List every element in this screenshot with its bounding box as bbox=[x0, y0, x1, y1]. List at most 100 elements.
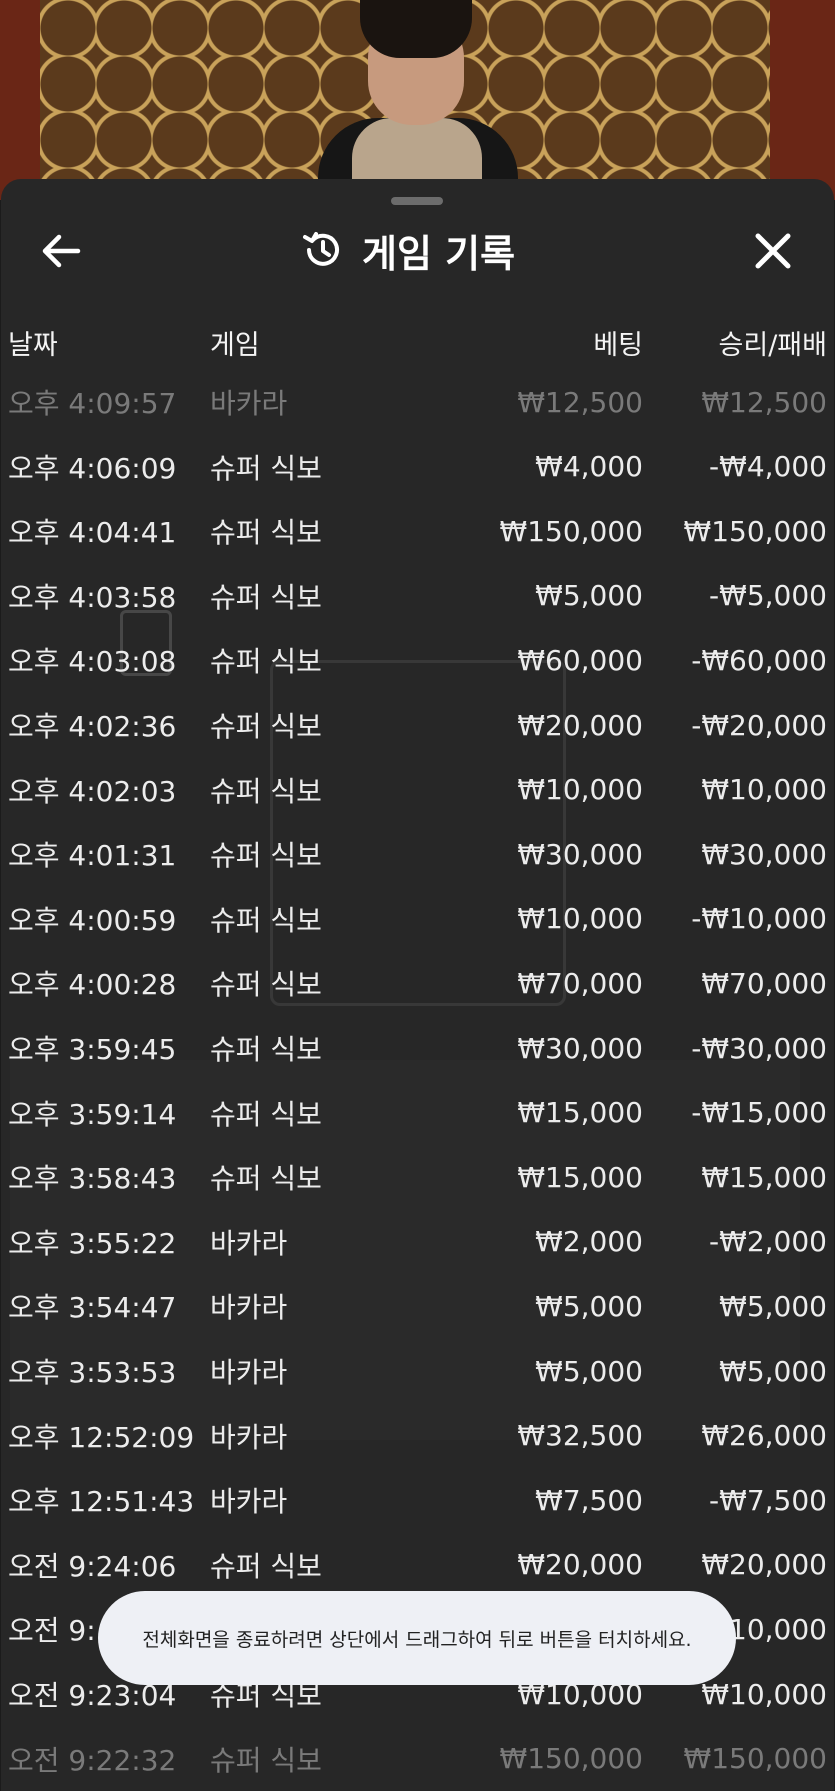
cell-game: 슈퍼 식보 bbox=[210, 1743, 322, 1777]
cell-result: ₩15,000 bbox=[701, 1160, 827, 1194]
arrow-left-icon[interactable] bbox=[38, 228, 84, 274]
cell-bet: ₩150,000 bbox=[499, 514, 643, 548]
cell-game: 바카라 bbox=[210, 1291, 288, 1325]
table-row[interactable]: 오후 3:53:53 바카라 ₩5,000 ₩5,000 bbox=[0, 1339, 835, 1403]
table-row[interactable]: 오후 4:01:31 슈퍼 식보 ₩30,000 ₩30,000 bbox=[0, 822, 835, 886]
cell-game: 슈퍼 식보 bbox=[210, 645, 322, 679]
table-row[interactable]: 오후 4:00:59 슈퍼 식보 ₩10,000 -₩10,000 bbox=[0, 887, 835, 951]
table-row[interactable]: 오후 4:02:36 슈퍼 식보 ₩20,000 -₩20,000 bbox=[0, 693, 835, 757]
table-row[interactable]: 오전 9:24:06 슈퍼 식보 ₩20,000 ₩20,000 bbox=[0, 1533, 835, 1597]
cell-result: ₩5,000 bbox=[719, 1354, 827, 1388]
sheet-drag-handle[interactable] bbox=[391, 197, 443, 205]
cell-result: ₩10,000 bbox=[701, 773, 827, 807]
cell-date: 오전 9:24:06 bbox=[8, 1549, 177, 1583]
page-title: 게임 기록 bbox=[362, 231, 516, 276]
cell-game: 슈퍼 식보 bbox=[210, 516, 322, 550]
cell-result: -₩15,000 bbox=[691, 1096, 827, 1130]
column-header-date: 날짜 bbox=[8, 329, 58, 361]
cell-bet: ₩4,000 bbox=[535, 450, 643, 484]
cell-game: 슈퍼 식보 bbox=[210, 1162, 322, 1196]
table-row[interactable]: 오후 3:55:22 바카라 ₩2,000 -₩2,000 bbox=[0, 1210, 835, 1274]
cell-game: 슈퍼 식보 bbox=[210, 839, 322, 873]
cell-result: ₩150,000 bbox=[683, 1742, 827, 1776]
cell-date: 오후 4:09:57 bbox=[8, 387, 177, 420]
cell-game: 슈퍼 식보 bbox=[210, 968, 322, 1002]
cell-date: 오후 4:00:59 bbox=[8, 903, 177, 937]
cell-game: 슈퍼 식보 bbox=[210, 1097, 322, 1131]
cell-result: -₩60,000 bbox=[691, 643, 827, 677]
column-header-bet: 베팅 bbox=[593, 329, 643, 361]
cell-game: 바카라 bbox=[210, 1356, 288, 1389]
cell-date: 오전 9:22:32 bbox=[8, 1743, 177, 1777]
cell-date: 오후 3:54:47 bbox=[8, 1291, 177, 1325]
cell-bet: ₩30,000 bbox=[517, 837, 643, 871]
cell-game: 슈퍼 식보 bbox=[210, 580, 322, 614]
table-row[interactable]: 오후 3:59:45 슈퍼 식보 ₩30,000 -₩30,000 bbox=[0, 1016, 835, 1080]
cell-bet: ₩15,000 bbox=[517, 1096, 643, 1130]
cell-result: -₩30,000 bbox=[691, 1031, 827, 1065]
cell-date: 오후 4:04:41 bbox=[8, 516, 177, 550]
history-table-header: 날짜 게임 베팅 승리/패배 bbox=[0, 310, 835, 374]
table-row[interactable]: 오후 4:09:57 바카라 ₩12,500 ₩12,500 bbox=[0, 370, 835, 434]
video-curtain-right bbox=[770, 0, 835, 200]
cell-result: ₩150,000 bbox=[683, 514, 827, 548]
cell-date: 오후 12:52:09 bbox=[8, 1420, 195, 1454]
cell-result: -₩2,000 bbox=[709, 1225, 827, 1259]
cell-bet: ₩20,000 bbox=[517, 1548, 643, 1582]
table-row[interactable]: 오후 4:00:28 슈퍼 식보 ₩70,000 ₩70,000 bbox=[0, 951, 835, 1015]
table-row[interactable]: 오후 12:51:43 바카라 ₩7,500 -₩7,500 bbox=[0, 1468, 835, 1532]
cell-result: ₩20,000 bbox=[701, 1548, 827, 1582]
cell-date: 오후 3:59:45 bbox=[8, 1033, 177, 1066]
table-row[interactable]: 오후 3:59:14 슈퍼 식보 ₩15,000 -₩15,000 bbox=[0, 1081, 835, 1145]
cell-result: ₩10,000 bbox=[701, 1677, 827, 1711]
history-icon bbox=[303, 232, 339, 266]
cell-date: 오후 3:53:53 bbox=[8, 1356, 177, 1389]
table-row[interactable]: 오후 3:54:47 바카라 ₩5,000 ₩5,000 bbox=[0, 1274, 835, 1338]
sheet-header: 게임 기록 bbox=[300, 222, 515, 278]
table-row[interactable]: 오후 4:03:58 슈퍼 식보 ₩5,000 -₩5,000 bbox=[0, 564, 835, 628]
cell-date: 오후 3:59:14 bbox=[8, 1097, 177, 1131]
cell-bet: ₩2,000 bbox=[535, 1225, 643, 1259]
cell-bet: ₩15,000 bbox=[517, 1160, 643, 1194]
cell-game: 슈퍼 식보 bbox=[210, 451, 322, 485]
cell-result: ₩30,000 bbox=[701, 837, 827, 871]
cell-bet: ₩10,000 bbox=[517, 773, 643, 807]
cell-date: 오후 4:03:08 bbox=[8, 645, 177, 679]
cell-result: -₩10,000 bbox=[691, 902, 827, 936]
cell-date: 오전 9: bbox=[8, 1614, 96, 1648]
cell-bet: ₩70,000 bbox=[517, 966, 643, 1000]
video-curtain-left bbox=[0, 0, 40, 200]
column-header-game: 게임 bbox=[210, 329, 260, 361]
live-dealer-video bbox=[0, 0, 835, 200]
table-row[interactable]: 오후 12:52:09 바카라 ₩32,500 ₩26,000 bbox=[0, 1404, 835, 1468]
cell-result: ₩70,000 bbox=[701, 966, 827, 1000]
cell-game: 슈퍼 식보 bbox=[210, 903, 322, 937]
close-icon[interactable] bbox=[748, 226, 798, 276]
cell-date: 오후 4:02:03 bbox=[8, 774, 177, 808]
table-row[interactable]: 오후 4:06:09 슈퍼 식보 ₩4,000 -₩4,000 bbox=[0, 435, 835, 499]
cell-date: 오후 3:55:22 bbox=[8, 1226, 177, 1260]
table-row[interactable]: 오후 3:58:43 슈퍼 식보 ₩15,000 ₩15,000 bbox=[0, 1145, 835, 1209]
cell-game: 바카라 bbox=[210, 1226, 288, 1260]
cell-bet: ₩20,000 bbox=[517, 708, 643, 742]
table-row[interactable]: 오후 4:03:08 슈퍼 식보 ₩60,000 -₩60,000 bbox=[0, 628, 835, 692]
cell-result: -₩5,000 bbox=[709, 579, 827, 613]
cell-game: 바카라 bbox=[210, 1420, 288, 1454]
table-row[interactable]: 오후 4:04:41 슈퍼 식보 ₩150,000 ₩150,000 bbox=[0, 499, 835, 563]
cell-game: 슈퍼 식보 bbox=[210, 1033, 322, 1066]
dealer-vest bbox=[352, 118, 482, 188]
cell-date: 오후 4:00:28 bbox=[8, 968, 177, 1002]
cell-bet: ₩60,000 bbox=[517, 643, 643, 677]
cell-bet: ₩30,000 bbox=[517, 1031, 643, 1065]
cell-bet: ₩5,000 bbox=[535, 1354, 643, 1388]
table-row[interactable]: 오후 4:02:03 슈퍼 식보 ₩10,000 ₩10,000 bbox=[0, 758, 835, 822]
cell-result: -₩7,500 bbox=[709, 1483, 827, 1517]
cell-date: 오후 4:06:09 bbox=[8, 451, 177, 485]
cell-result: -₩20,000 bbox=[691, 708, 827, 742]
cell-bet: ₩5,000 bbox=[535, 1289, 643, 1323]
cell-date: 오후 4:03:58 bbox=[8, 580, 177, 614]
table-row[interactable]: 오전 9:22:32 슈퍼 식보 ₩150,000 ₩150,000 bbox=[0, 1727, 835, 1791]
cell-bet: ₩150,000 bbox=[499, 1742, 643, 1776]
cell-date: 오후 4:02:36 bbox=[8, 710, 177, 743]
cell-game: 슈퍼 식보 bbox=[210, 774, 322, 808]
